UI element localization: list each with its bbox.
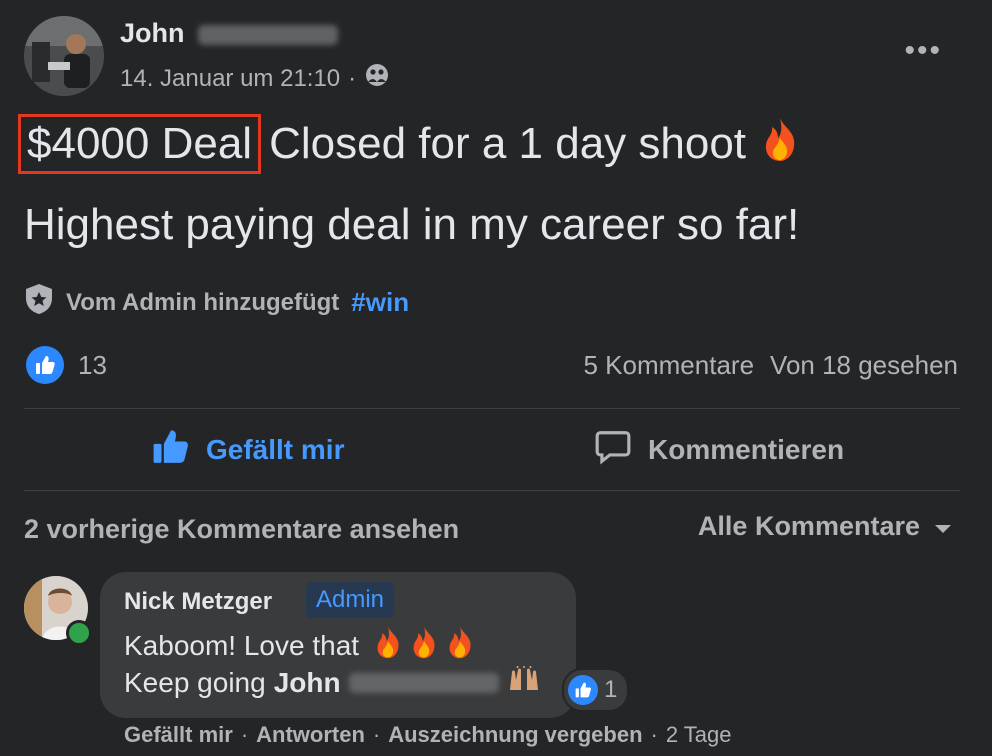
hashtag-link[interactable]: #win — [351, 287, 409, 318]
comment-reply-link[interactable]: Antworten — [256, 722, 365, 748]
reaction-count: 1 — [604, 676, 618, 703]
comment-button[interactable]: Kommentieren — [594, 425, 844, 475]
divider-bottom — [24, 490, 960, 491]
admin-added-note: Vom Admin hinzugefügt #win — [24, 283, 409, 322]
like-button[interactable]: Gefällt mir — [152, 425, 344, 475]
raising-hands-emoji — [507, 665, 541, 699]
comment-line-2-prefix: Keep going — [124, 666, 266, 698]
like-reaction-icon — [26, 346, 64, 384]
author-avatar[interactable] — [24, 16, 104, 96]
view-previous-comments[interactable]: 2 vorherige Kommentare ansehen — [24, 514, 459, 545]
globe-group-icon — [364, 62, 390, 95]
shield-star-icon — [24, 283, 54, 322]
commenter-name[interactable]: Nick Metzger — [124, 588, 272, 616]
sep-3: · — [650, 722, 658, 747]
divider-top — [24, 408, 960, 409]
like-summary[interactable]: 13 — [26, 346, 107, 384]
caret-down-icon — [934, 511, 952, 542]
redacted-mention-surname — [348, 672, 499, 693]
author-first-name[interactable]: John — [120, 18, 185, 48]
redacted-last-name — [198, 24, 339, 45]
seen-by[interactable]: Von 18 gesehen — [770, 350, 958, 381]
post-line-1-rest: Closed for a 1 day shoot — [269, 119, 747, 168]
more-options-icon[interactable]: ••• — [904, 36, 942, 66]
like-button-label: Gefällt mir — [206, 434, 345, 465]
post-line-1: $4000 Deal Closed for a 1 day shoot — [18, 114, 800, 174]
like-count: 13 — [78, 349, 107, 380]
comment-line-1: Kaboom! Love that — [124, 625, 475, 666]
mentioned-user[interactable]: John — [274, 667, 341, 699]
comment-age[interactable]: 2 Tage — [666, 722, 732, 748]
comment-bubble-icon — [594, 428, 632, 473]
comment-award-link[interactable]: Auszeichnung vergeben — [388, 722, 642, 748]
comment-line-1-text: Kaboom! Love that — [124, 629, 360, 661]
post-meta: 14. Januar um 21:10 · — [120, 62, 390, 95]
sep-2: · — [372, 722, 381, 747]
fire-emoji — [373, 625, 403, 666]
post-stats: 5 Kommentare Von 18 gesehen — [584, 350, 959, 381]
sep-1: · — [240, 722, 249, 747]
admin-badge[interactable]: Admin — [306, 582, 395, 618]
like-reaction-icon — [568, 675, 598, 705]
comment-reaction-count[interactable]: 1 — [562, 668, 630, 712]
online-status-dot — [66, 620, 92, 646]
like-thumb-icon — [152, 428, 190, 473]
comments-count[interactable]: 5 Kommentare — [584, 350, 755, 381]
comment-like-link[interactable]: Gefällt mir — [124, 722, 233, 748]
author-name[interactable]: John — [120, 18, 339, 49]
fire-emoji — [760, 116, 800, 173]
comment-filter-dropdown[interactable]: Alle Kommentare — [698, 511, 952, 542]
post-line-2: Highest paying deal in my career so far! — [24, 200, 800, 249]
highlighted-deal: $4000 Deal — [18, 114, 262, 174]
post-timestamp[interactable]: 14. Januar um 21:10 — [120, 65, 340, 93]
fire-emoji — [445, 625, 475, 666]
comment-line-2: Keep going John — [124, 665, 541, 699]
meta-separator: · — [348, 64, 357, 92]
comment-actions: Gefällt mir · Antworten · Auszeichnung v… — [124, 722, 732, 748]
fire-emoji — [409, 625, 439, 666]
admin-note-text: Vom Admin hinzugefügt — [66, 288, 340, 316]
comment-filter-label: Alle Kommentare — [697, 511, 920, 541]
comment-button-label: Kommentieren — [648, 434, 845, 465]
